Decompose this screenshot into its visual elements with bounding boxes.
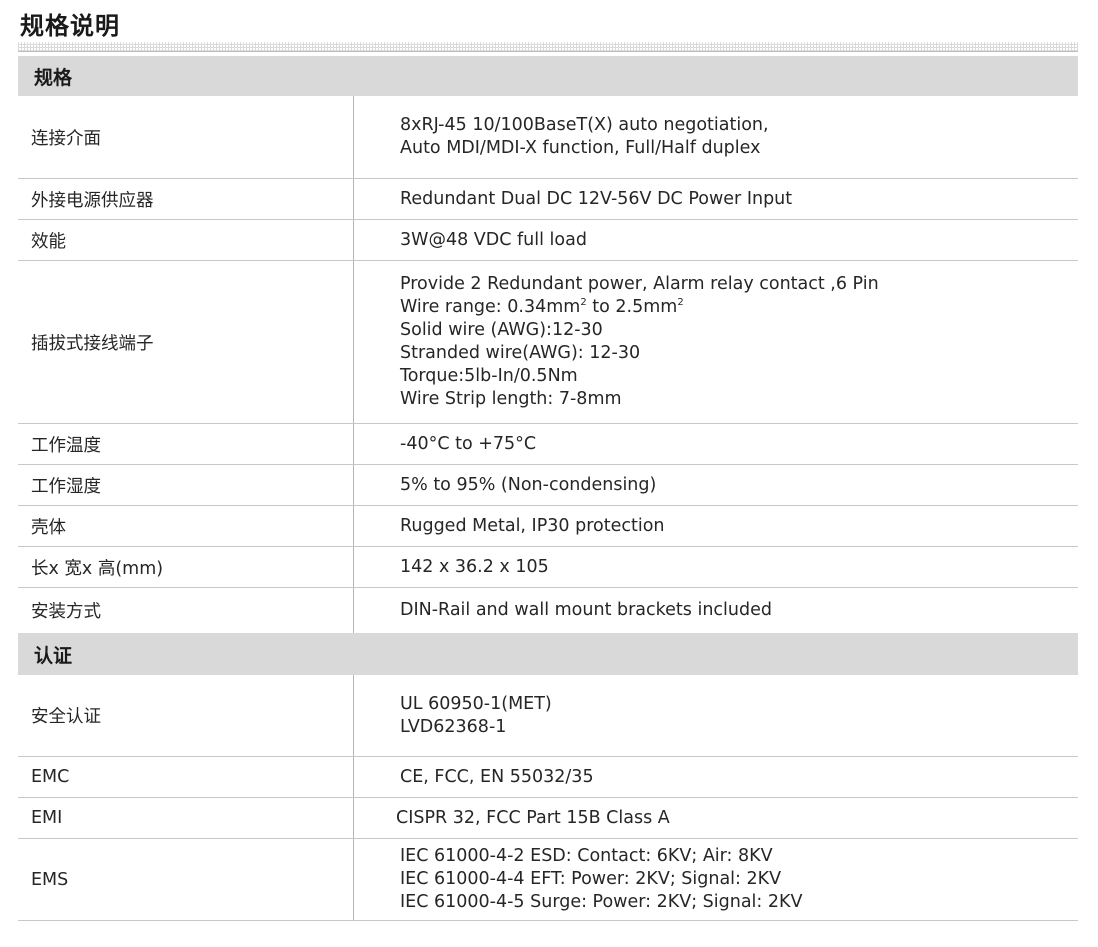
spec-value-line: 8xRJ-45 10/100BaseT(X) auto negotiation, [400,115,769,135]
column-divider [353,675,354,756]
cert-row-ems: EMS IEC 61000-4-2 ESD: Contact: 6KV; Air… [18,839,1078,921]
spec-value: -40°C to +75°C [400,424,1068,464]
spec-value: UL 60950-1(MET) LVD62368-1 [400,675,1068,756]
spec-label: 壳体 [31,517,66,538]
spec-value-line: CE, FCC, EN 55032/35 [400,766,594,787]
spec-row-operating-temperature: 工作温度 -40°C to +75°C [18,424,1078,465]
spec-label: 效能 [31,231,66,252]
spec-label: 工作湿度 [31,476,101,497]
section-header-specs: 规格 [18,56,1078,96]
spec-value-line: 142 x 36.2 x 105 [400,556,549,577]
spec-value: CISPR 32, FCC Part 15B Class A [396,798,1068,838]
spec-value-line: Wire range: 0.34mm2 to 2.5mm2 [400,297,684,317]
column-divider [353,506,354,546]
spec-value: 8xRJ-45 10/100BaseT(X) auto negotiation,… [400,96,1068,178]
column-divider [353,96,354,178]
spec-value: Provide 2 Redundant power, Alarm relay c… [400,261,1068,423]
spec-row-interface: 连接介面 8xRJ-45 10/100BaseT(X) auto negotia… [18,96,1078,179]
spec-row-terminal-block: 插拔式接线端子 Provide 2 Redundant power, Alarm… [18,261,1078,424]
spec-label: EMS [31,869,69,890]
spec-value-line: IEC 61000-4-2 ESD: Contact: 6KV; Air: 8K… [400,846,773,866]
spec-value: Redundant Dual DC 12V-56V DC Power Input [400,179,1068,219]
spec-label: 工作温度 [31,435,101,456]
spec-value-line: Solid wire (AWG):12-30 [400,320,603,340]
cert-row-emi: EMI CISPR 32, FCC Part 15B Class A [18,798,1078,839]
spec-label: EMI [31,808,63,828]
column-divider [353,588,354,633]
spec-label: 安全认证 [31,707,101,727]
spec-label: 长x 宽x 高(mm) [31,558,164,579]
spec-value: Rugged Metal, IP30 protection [400,506,1068,546]
spec-row-power-supply: 外接电源供应器 Redundant Dual DC 12V-56V DC Pow… [18,179,1078,220]
spec-value: 142 x 36.2 x 105 [400,547,1068,587]
spec-value: 3W@48 VDC full load [400,220,1068,260]
spec-value-line: UL 60950-1(MET) [400,693,552,714]
column-divider [353,839,354,920]
spec-row-performance: 效能 3W@48 VDC full load [18,220,1078,261]
column-divider [353,547,354,587]
spec-value: DIN-Rail and wall mount brackets include… [400,588,1068,633]
column-divider [353,424,354,464]
spec-value-line: Provide 2 Redundant power, Alarm relay c… [400,274,879,294]
cert-row-safety: 安全认证 UL 60950-1(MET) LVD62368-1 [18,675,1078,757]
spec-row-operating-humidity: 工作湿度 5% to 95% (Non-condensing) [18,465,1078,506]
spec-value-line: Stranded wire(AWG): 12-30 [400,343,641,363]
spec-value: CE, FCC, EN 55032/35 [400,757,1068,797]
spec-value-line: Wire Strip length: 7-8mm [400,389,622,409]
spec-label: 插拔式接线端子 [31,333,154,354]
spec-label: EMC [31,767,70,787]
spec-value-line: Redundant Dual DC 12V-56V DC Power Input [400,188,793,209]
column-divider [353,220,354,260]
column-divider [353,757,354,797]
spec-label: 安装方式 [31,602,101,622]
spec-value-line: IEC 61000-4-4 EFT: Power: 2KV; Signal: 2… [400,869,782,889]
title-dotted-rule [18,42,1078,51]
section-header-certifications: 认证 [18,633,1078,675]
column-divider [353,798,354,838]
spec-value: IEC 61000-4-2 ESD: Contact: 6KV; Air: 8K… [400,839,1068,920]
cert-row-emc: EMC CE, FCC, EN 55032/35 [18,757,1078,798]
spec-value-line: DIN-Rail and wall mount brackets include… [400,600,772,620]
spec-value-line: Auto MDI/MDI-X function, Full/Half duple… [400,138,761,158]
spec-value-line: Torque:5lb-In/0.5Nm [400,366,578,386]
spec-value-line: 3W@48 VDC full load [400,229,587,250]
spec-value-line: LVD62368-1 [400,716,507,737]
column-divider [353,465,354,505]
column-divider [353,179,354,219]
page-title: 规格说明 [20,12,120,40]
spec-row-dimensions: 长x 宽x 高(mm) 142 x 36.2 x 105 [18,547,1078,588]
spec-label: 外接电源供应器 [31,190,154,211]
spec-label: 连接介面 [31,128,101,149]
spec-row-housing: 壳体 Rugged Metal, IP30 protection [18,506,1078,547]
spec-value-line: CISPR 32, FCC Part 15B Class A [396,807,670,828]
title-underline [18,51,1078,52]
spec-value-line: 5% to 95% (Non-condensing) [400,474,657,495]
spec-value: 5% to 95% (Non-condensing) [400,465,1068,505]
spec-row-mounting: 安装方式 DIN-Rail and wall mount brackets in… [18,588,1078,633]
spec-value-line: -40°C to +75°C [400,433,537,454]
spec-value-line: IEC 61000-4-5 Surge: Power: 2KV; Signal:… [400,892,803,912]
spec-value-line: Rugged Metal, IP30 protection [400,515,665,536]
column-divider [353,261,354,423]
